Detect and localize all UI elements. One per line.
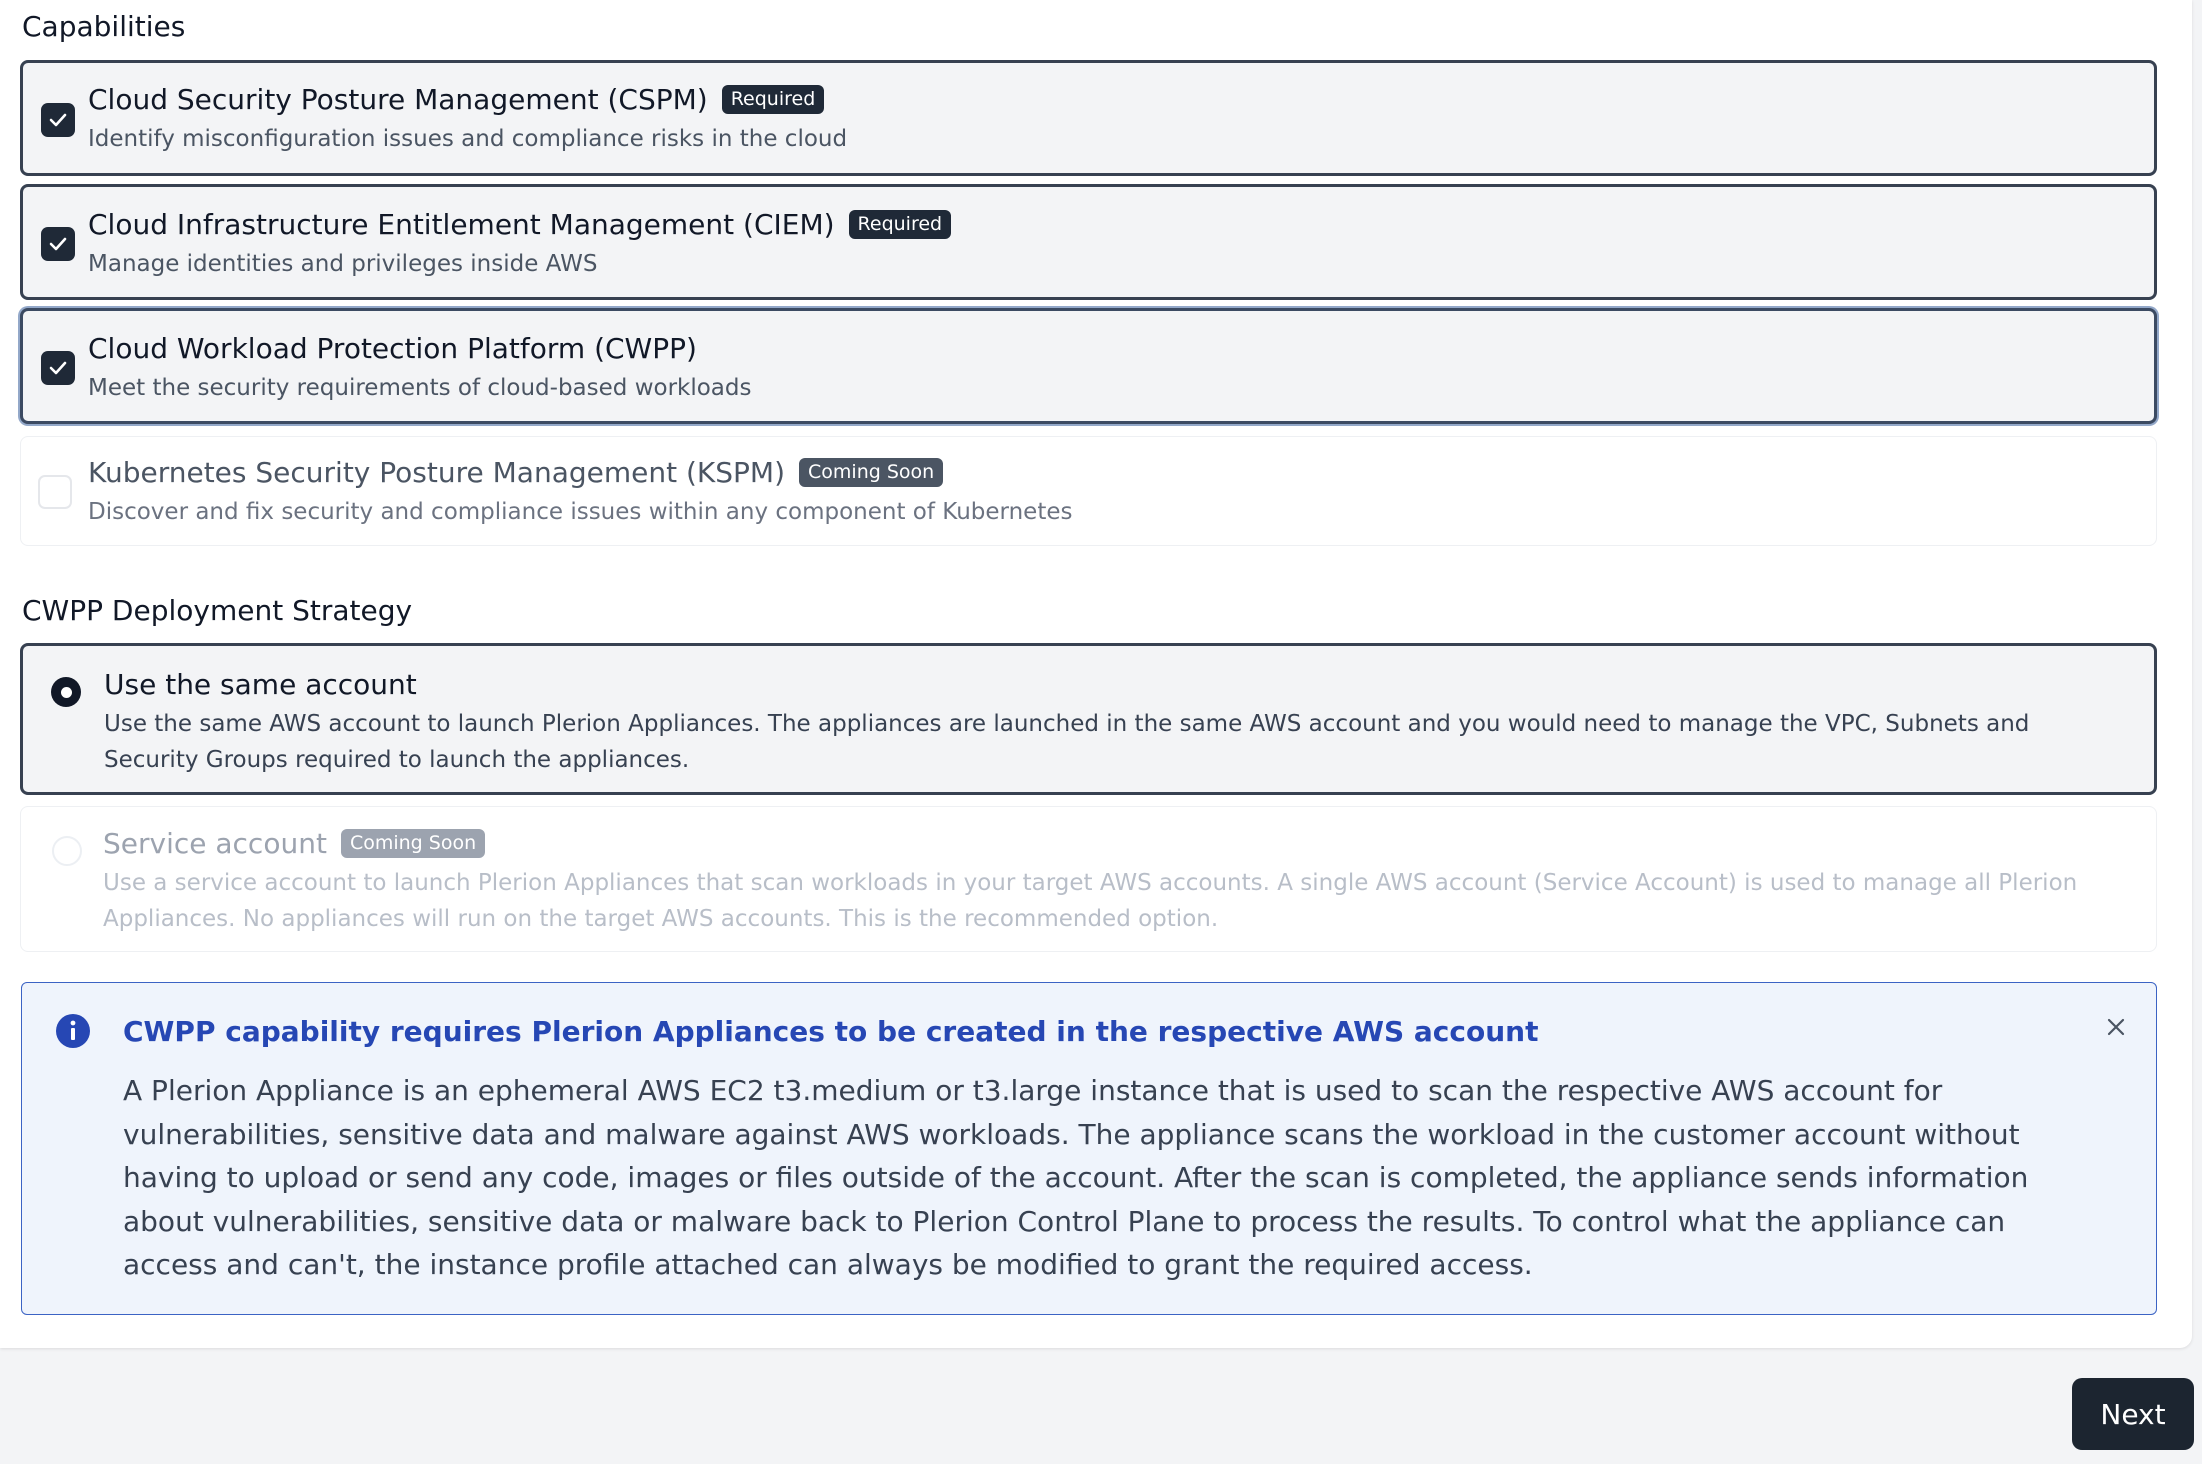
checkmark-icon [49, 361, 67, 375]
capability-card-ciem[interactable]: Cloud Infrastructure Entitlement Managem… [20, 184, 2157, 300]
cwpp-info-alert: CWPP capability requires Plerion Applian… [21, 982, 2157, 1315]
capability-card-kspm: Kubernetes Security Posture Management (… [20, 436, 2157, 546]
capabilities-heading: Capabilities [22, 10, 186, 43]
capability-card-cwpp[interactable]: Cloud Workload Protection Platform (CWPP… [20, 308, 2157, 424]
ciem-description: Manage identities and privileges inside … [88, 251, 598, 277]
checkmark-icon [49, 113, 67, 127]
service-account-description: Use a service account to launch Plerion … [103, 870, 2078, 932]
same-account-description: Use the same AWS account to launch Pleri… [104, 711, 2030, 773]
service-account-radio [52, 836, 82, 866]
capability-card-cspm[interactable]: Cloud Security Posture Management (CSPM)… [20, 60, 2157, 176]
kspm-description: Discover and fix security and compliance… [88, 499, 1073, 525]
info-icon [56, 1014, 90, 1048]
alert-title: CWPP capability requires Plerion Applian… [123, 1015, 1539, 1048]
kspm-title: Kubernetes Security Posture Management (… [88, 456, 786, 489]
cspm-description: Identify misconfiguration issues and com… [88, 126, 848, 152]
same-account-radio[interactable] [51, 677, 81, 707]
setup-panel: Capabilities Cloud Security Posture Mana… [0, 0, 2192, 1348]
ciem-title: Cloud Infrastructure Entitlement Managem… [88, 208, 835, 241]
deployment-option-same-account[interactable]: Use the same account Use the same AWS ac… [20, 643, 2157, 795]
deployment-heading: CWPP Deployment Strategy [22, 594, 413, 627]
cspm-title: Cloud Security Posture Management (CSPM) [88, 83, 708, 116]
ciem-checkbox[interactable] [41, 227, 75, 261]
cspm-checkbox[interactable] [41, 103, 75, 137]
cwpp-checkbox[interactable] [41, 351, 75, 385]
kspm-checkbox [38, 475, 72, 509]
close-icon[interactable] [2104, 1015, 2128, 1039]
same-account-title: Use the same account [104, 668, 417, 701]
coming-soon-badge: Coming Soon [340, 829, 486, 858]
cwpp-description: Meet the security requirements of cloud-… [88, 375, 752, 401]
alert-body: A Plerion Appliance is an ephemeral AWS … [123, 1074, 2029, 1281]
checkmark-icon [49, 237, 67, 251]
cwpp-title: Cloud Workload Protection Platform (CWPP… [88, 332, 697, 365]
radio-dot [60, 686, 72, 698]
coming-soon-badge: Coming Soon [799, 458, 944, 487]
service-account-title: Service account [103, 827, 327, 860]
required-badge: Required [721, 85, 825, 114]
required-badge: Required [848, 210, 952, 239]
next-button[interactable]: Next [2072, 1378, 2194, 1450]
deployment-option-service-account: Service account Coming Soon Use a servic… [20, 806, 2157, 952]
